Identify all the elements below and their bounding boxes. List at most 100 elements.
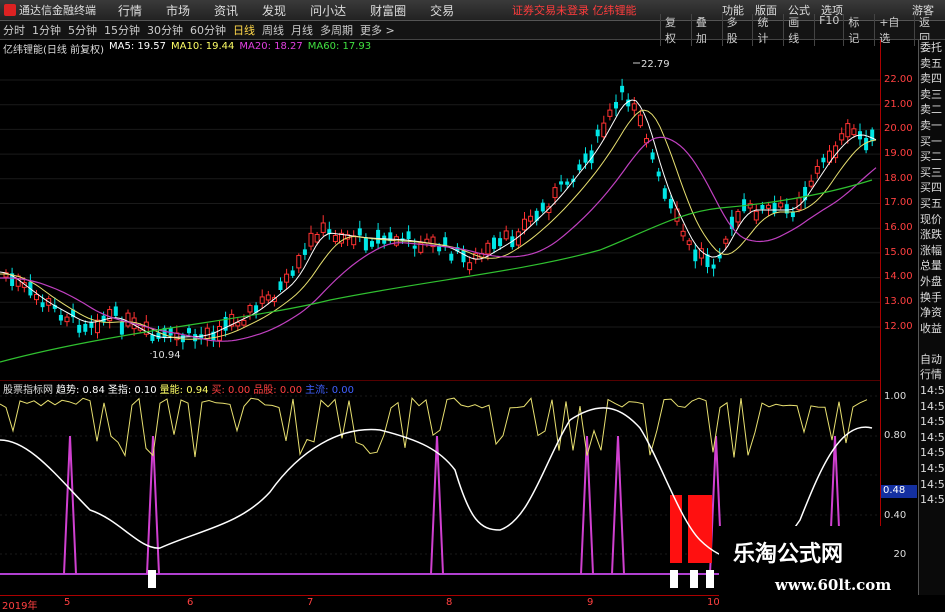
candle-body (77, 324, 82, 333)
tab-weekly[interactable]: 周线 (262, 22, 284, 38)
tab-60min[interactable]: 60分钟 (190, 22, 226, 38)
candle-body (296, 255, 302, 269)
candle-body (64, 316, 70, 323)
side-item-sell1: 卖一 (920, 118, 942, 132)
tab-daily[interactable]: 日线 (233, 22, 255, 38)
signal-block (690, 570, 698, 588)
side-item-auto[interactable]: 自动 (919, 352, 945, 368)
menu-item-trade[interactable]: 交易 (430, 2, 454, 19)
price-tick: 14.00 (884, 271, 913, 282)
candle-body (34, 294, 39, 301)
candle-body (766, 204, 771, 209)
candle-body (314, 233, 320, 243)
menu-item-discover[interactable]: 发现 (262, 2, 286, 19)
side-spacer (919, 336, 945, 352)
candle-body (686, 240, 692, 246)
candle-body (332, 234, 338, 243)
tab-multi-period[interactable]: 多周期 (320, 22, 353, 38)
candle-body (614, 102, 618, 109)
price-tick: 22.00 (884, 74, 913, 85)
price-tick: 20.00 (884, 123, 913, 134)
price-axis: 22.00 21.00 20.00 19.00 18.00 17.00 16.0… (880, 40, 918, 595)
signal-spike (63, 435, 77, 575)
side-item-order[interactable]: 委托 (919, 40, 945, 56)
main-menu: 行情 市场 资讯 发现 问小达 财富圈 交易 (118, 2, 478, 19)
menu-item-news[interactable]: 资讯 (214, 2, 238, 19)
side-item-quotes[interactable]: 行情 (919, 367, 945, 383)
menu-item-wealth[interactable]: 财富圈 (370, 2, 406, 19)
candle-body (302, 249, 307, 255)
candle-body (265, 294, 271, 301)
tab-5min[interactable]: 5分钟 (68, 22, 97, 38)
ma10-label: MA10: 19.44 (171, 41, 235, 52)
ma10-line (0, 109, 877, 340)
candle-body (559, 181, 564, 185)
candle-body (503, 230, 509, 240)
candle-body (528, 215, 534, 222)
candle-body (607, 109, 613, 117)
menu-item-market[interactable]: 市场 (166, 2, 190, 19)
candle-body (290, 270, 295, 276)
side-item-price: 现价 (920, 212, 942, 226)
candle-body (522, 218, 527, 231)
candle-body (406, 231, 411, 240)
signal-spike (611, 435, 625, 575)
side-item-earnings: 收益 (920, 321, 942, 335)
signal-block (706, 570, 714, 588)
menu-item-quotes[interactable]: 行情 (118, 2, 142, 19)
candle-body (735, 211, 741, 223)
candle-body (668, 198, 673, 209)
candle-body (656, 171, 661, 177)
ma60-label: MA60: 17.93 (307, 41, 372, 52)
tab-timeshare[interactable]: 分时 (3, 22, 25, 38)
tab-30min[interactable]: 30分钟 (147, 22, 183, 38)
candle-body (650, 152, 655, 160)
candle-body (601, 122, 607, 138)
app-logo: 通达信金融终端 (4, 2, 96, 18)
signal-spike (430, 435, 444, 575)
candle-body (284, 273, 290, 283)
side-tick-time: 14:50 (920, 430, 945, 444)
candle-body (498, 238, 503, 247)
candle-body (552, 187, 558, 199)
indicator-main: 主流: 0.00 (305, 385, 354, 396)
candle-body (589, 150, 594, 164)
menu-item-ask[interactable]: 问小达 (310, 2, 346, 19)
side-item-sell5: 卖五 (920, 56, 942, 70)
signal-spike (146, 435, 160, 575)
candle-body (821, 157, 826, 163)
ma-info-row: 亿纬锂能(日线 前复权) MA5: 19.57 MA10: 19.44 MA20… (3, 41, 376, 56)
indicator-name: 股票指标网 (3, 385, 53, 396)
candle-body (680, 230, 686, 237)
candle-body (693, 249, 698, 262)
buy-block (688, 495, 700, 563)
candle-body (760, 204, 765, 210)
date-tick: 6 (187, 597, 194, 608)
side-tick-time: 14:50 (920, 477, 945, 491)
tab-1min[interactable]: 1分钟 (32, 22, 61, 38)
high-price-label: 22.79 (641, 59, 670, 70)
candle-body (150, 334, 155, 341)
candle-body (187, 328, 191, 334)
tab-monthly[interactable]: 月线 (291, 22, 313, 38)
signal-block (670, 570, 678, 588)
candle-body (89, 321, 94, 328)
quote-side-panel: 委托 卖五 卖四 卖三 卖二 卖一 买一 买二 买三 买四 买五 现价 涨跌 涨… (918, 40, 945, 595)
tab-15min[interactable]: 15分钟 (104, 22, 140, 38)
price-tick: 21.00 (884, 99, 913, 110)
window-control-icon[interactable] (883, 2, 901, 12)
tab-more[interactable]: 更多 > (360, 22, 395, 38)
kline-chart[interactable]: 22.79 10.94 (0, 40, 880, 380)
candle-body (156, 332, 161, 339)
indicator-pick: 品股: 0.00 (253, 385, 303, 396)
date-tick: 2019年 (2, 601, 38, 612)
indicator-info-row: 股票指标网 趋势: 0.84 圣指: 0.10 量能: 0.94 买: 0.00… (3, 381, 357, 396)
side-tick-time: 14:50 (920, 462, 945, 476)
window-control-icon[interactable] (854, 2, 872, 12)
side-tick-time: 14:50 (920, 446, 945, 460)
period-toolbar: 分时 1分钟 5分钟 15分钟 30分钟 60分钟 日线 周线 月线 多周期 更… (0, 14, 945, 46)
login-notice[interactable]: 证券交易未登录 亿纬锂能 (512, 2, 637, 18)
indicator-buy: 买: 0.00 (211, 385, 251, 396)
candle-body (308, 232, 314, 247)
date-tick: 9 (587, 597, 594, 608)
